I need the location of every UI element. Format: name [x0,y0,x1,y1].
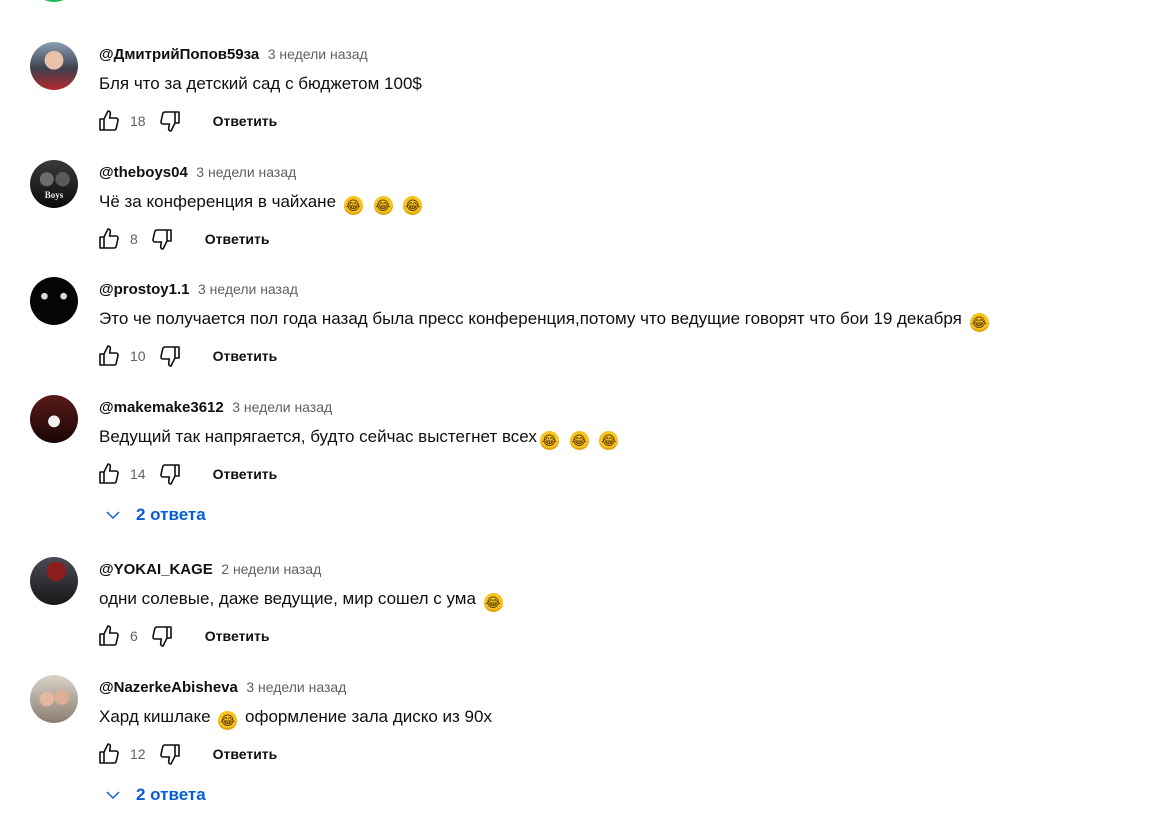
author-name[interactable]: @NazerkeAbisheva [99,679,238,696]
laughing-emoji-icon: 😂 [599,431,619,450]
avatar[interactable]: Boys [30,160,78,208]
comment-actions: 12 Ответить [96,741,277,767]
dislike-button[interactable] [157,461,183,487]
timestamp[interactable]: 3 недели назад [246,679,346,695]
laughing-emoji-icon: 😂 [569,431,589,450]
reply-button[interactable]: Ответить [213,466,278,482]
laughing-emoji-icon: 😂 [403,196,423,215]
like-count: 6 [130,628,138,644]
comment: @ДмитрийПопов59за 3 недели назад Бля что… [0,42,1150,152]
timestamp[interactable]: 3 недели назад [232,399,332,415]
timestamp[interactable]: 3 недели назад [196,164,296,180]
author-name[interactable]: @YOKAI_KAGE [99,561,213,578]
comment-text: одни солевые, даже ведущие, мир сошел с … [99,589,503,612]
comment-text: Чё за конференция в чайхане 😂 😂 😂 [99,192,423,215]
comment-header: @NazerkeAbisheva 3 недели назад [99,677,346,697]
chevron-down-icon [106,791,120,800]
avatar[interactable] [30,42,78,90]
comment: @prostoy1.1 3 недели назад Это че получа… [0,277,1150,387]
laughing-emoji-icon: 😂 [343,196,363,215]
author-name[interactable]: @ДмитрийПопов59за [99,46,259,63]
dislike-button[interactable] [157,741,183,767]
comment: @makemake3612 3 недели назад Ведущий так… [0,395,1150,505]
laughing-emoji-icon: 😂 [373,196,393,215]
reply-button[interactable]: Ответить [213,113,278,129]
thumbs-down-icon [151,626,172,647]
comment-actions: 14 Ответить [96,461,277,487]
author-name[interactable]: @prostoy1.1 [99,281,189,298]
dislike-button[interactable] [149,226,175,252]
avatar[interactable] [30,557,78,605]
comment: @NazerkeAbisheva 3 недели назад Хард киш… [0,675,1150,785]
thumbs-up-icon [99,345,119,366]
laughing-emoji-icon: 😂 [539,431,559,450]
thumbs-down-icon [159,346,180,367]
laughing-emoji-icon: 😂 [218,711,238,730]
dislike-button[interactable] [149,623,175,649]
chevron-down-icon [106,511,120,520]
comment-text: Ведущий так напрягается, будто сейчас вы… [99,427,619,450]
reply-button[interactable]: Ответить [205,628,270,644]
like-count: 18 [130,113,146,129]
comment-header: @prostoy1.1 3 недели назад [99,279,298,299]
thumbs-up-icon [99,463,119,484]
reply-button[interactable]: Ответить [213,348,278,364]
show-replies-toggle[interactable]: 2 ответа [104,504,206,526]
thumbs-up-icon [99,625,119,646]
like-button[interactable] [96,226,122,252]
thumbs-down-icon [151,229,172,250]
comment-header: @YOKAI_KAGE 2 недели назад [99,559,321,579]
like-count: 12 [130,746,146,762]
author-name[interactable]: @makemake3612 [99,399,224,416]
thumbs-down-icon [159,744,180,765]
like-count: 10 [130,348,146,364]
avatar[interactable] [30,277,78,325]
comment: Boys @theboys04 3 недели назад Чё за кон… [0,160,1150,270]
dislike-button[interactable] [157,343,183,369]
like-button[interactable] [96,623,122,649]
thumbs-up-icon [99,743,119,764]
comment-actions: 10 Ответить [96,343,277,369]
reply-button[interactable]: Ответить [205,231,270,247]
replies-count-label: 2 ответа [136,785,206,804]
avatar[interactable] [30,675,78,723]
avatar[interactable] [30,395,78,443]
laughing-emoji-icon: 😂 [969,313,989,332]
like-button[interactable] [96,343,122,369]
replies-count-label: 2 ответа [136,505,206,524]
like-button[interactable] [96,461,122,487]
like-count: 14 [130,466,146,482]
comment-actions: 6 Ответить [96,623,270,649]
previous-avatar-partial [30,0,78,2]
thumbs-up-icon [99,228,119,249]
show-replies-toggle[interactable]: 2 ответа [104,784,206,806]
comment-header: @makemake3612 3 недели назад [99,397,332,417]
reply-button[interactable]: Ответить [213,746,278,762]
timestamp[interactable]: 3 недели назад [268,46,368,62]
author-name[interactable]: @theboys04 [99,164,188,181]
comment: @YOKAI_KAGE 2 недели назад одни солевые,… [0,557,1150,667]
like-count: 8 [130,231,138,247]
comment-header: @ДмитрийПопов59за 3 недели назад [99,44,368,64]
comment-text: Бля что за детский сад с бюджетом 100$ [99,74,422,93]
dislike-button[interactable] [157,108,183,134]
like-button[interactable] [96,108,122,134]
thumbs-up-icon [99,110,119,131]
like-button[interactable] [96,741,122,767]
comment-text: Это че получается пол года назад была пр… [99,309,989,332]
thumbs-down-icon [159,464,180,485]
comment-header: @theboys04 3 недели назад [99,162,296,182]
laughing-emoji-icon: 😂 [483,593,503,612]
thumbs-down-icon [159,111,180,132]
comment-actions: 18 Ответить [96,108,277,134]
timestamp[interactable]: 3 недели назад [198,281,298,297]
comment-text: Хард кишлаке 😂 оформление зала диско из … [99,707,492,730]
timestamp[interactable]: 2 недели назад [221,561,321,577]
comment-actions: 8 Ответить [96,226,270,252]
